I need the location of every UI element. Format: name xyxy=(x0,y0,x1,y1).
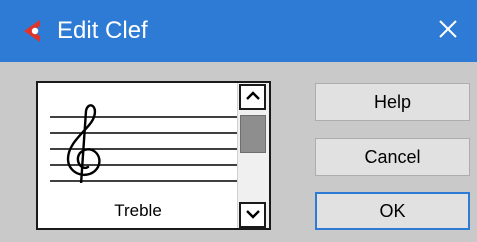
title-bar[interactable]: Edit Clef xyxy=(0,0,477,62)
scrollbar[interactable] xyxy=(237,83,269,228)
scroll-down-button[interactable] xyxy=(239,202,266,228)
cubase-logo-icon xyxy=(20,18,42,44)
clef-name-label: Treble xyxy=(114,201,162,220)
chevron-up-icon xyxy=(245,88,260,106)
staff-preview xyxy=(50,104,240,183)
scroll-up-button[interactable] xyxy=(239,84,266,110)
window-title: Edit Clef xyxy=(57,17,148,44)
chevron-down-icon xyxy=(245,206,260,224)
clef-preview-list[interactable]: Treble xyxy=(36,81,271,230)
ok-button[interactable]: OK xyxy=(315,192,470,230)
edit-clef-dialog: Edit Clef Treble Help Cancel OK xyxy=(0,0,477,242)
scroll-thumb[interactable] xyxy=(240,115,266,153)
close-button[interactable] xyxy=(419,0,477,62)
cancel-button[interactable]: Cancel xyxy=(315,138,470,176)
close-icon xyxy=(438,19,458,44)
help-button[interactable]: Help xyxy=(315,83,470,121)
